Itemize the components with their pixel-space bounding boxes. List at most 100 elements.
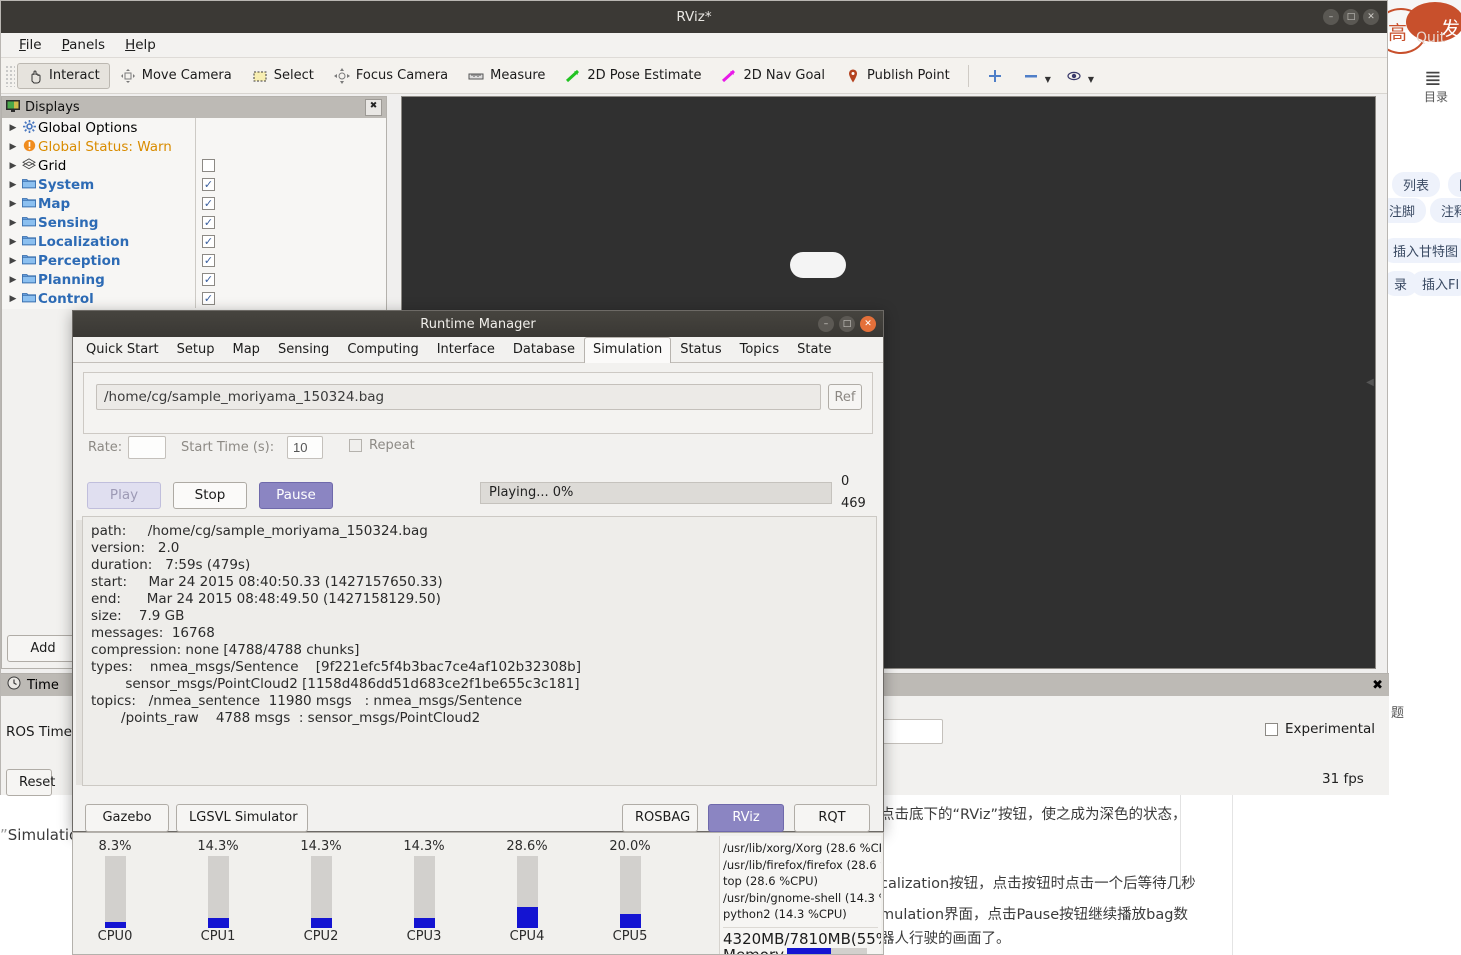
- toolbar-grip[interactable]: [5, 64, 15, 87]
- tool-focus-camera[interactable]: Focus Camera: [324, 63, 458, 89]
- displays-panel-title: Displays: [25, 100, 80, 115]
- maximize-icon[interactable]: □: [1343, 9, 1359, 25]
- display-item-checkbox[interactable]: ✓: [202, 254, 215, 267]
- display-item-checkbox[interactable]: ✓: [202, 197, 215, 210]
- rtm-tab-status[interactable]: Status: [671, 337, 730, 362]
- expand-arrow-icon[interactable]: ▶: [6, 237, 20, 247]
- repeat-checkbox-row[interactable]: Repeat: [349, 438, 415, 453]
- start-time-input[interactable]: [287, 436, 323, 459]
- rtm-tab-state[interactable]: State: [788, 337, 840, 362]
- tool-remove-panel[interactable]: ▼: [1013, 63, 1056, 89]
- menu-panels[interactable]: Panels: [52, 35, 115, 55]
- tool-publish-point[interactable]: Publish Point: [835, 63, 960, 89]
- menu-file[interactable]: File: [9, 35, 52, 55]
- rate-input[interactable]: [128, 436, 166, 459]
- tool-select[interactable]: Select: [242, 63, 324, 89]
- display-item-checkbox[interactable]: ✓: [202, 235, 215, 248]
- tool-move-camera[interactable]: Move Camera: [110, 63, 242, 89]
- display-item-perception[interactable]: ▶ Perception ✓: [2, 251, 386, 270]
- tool-2d-pose-estimate[interactable]: 2D Pose Estimate: [555, 63, 711, 89]
- pill-list[interactable]: 列表: [1392, 172, 1441, 197]
- rtm-tab-setup[interactable]: Setup: [168, 337, 224, 362]
- expand-arrow-icon[interactable]: ▶: [6, 256, 20, 266]
- viewport-collapse-arrow[interactable]: ◀: [1364, 377, 1376, 391]
- expand-arrow-icon[interactable]: ▶: [6, 123, 20, 133]
- rtm-tab-topics[interactable]: Topics: [731, 337, 788, 362]
- tool-measure[interactable]: Measure: [458, 63, 555, 89]
- pill-insert-fl[interactable]: 插入Fl: [1411, 271, 1461, 296]
- rtm-maximize-icon[interactable]: □: [839, 316, 855, 332]
- repeat-checkbox[interactable]: [349, 439, 362, 452]
- rviz-button[interactable]: RViz: [708, 804, 784, 832]
- expand-arrow-icon[interactable]: ▶: [6, 161, 20, 171]
- displays-add-button[interactable]: Add: [7, 635, 79, 662]
- expand-arrow-icon[interactable]: ▶: [6, 180, 20, 190]
- close-icon[interactable]: ✕: [1363, 9, 1379, 25]
- expand-arrow-icon[interactable]: ▶: [6, 142, 20, 152]
- rtm-minimize-icon[interactable]: –: [818, 316, 834, 332]
- rtm-close-icon[interactable]: ✕: [860, 316, 876, 332]
- tool-interact[interactable]: Interact: [17, 62, 110, 89]
- tool-add-panel[interactable]: [977, 63, 1013, 89]
- tool-measure-label: Measure: [490, 68, 546, 83]
- expand-arrow-icon[interactable]: ▶: [6, 294, 20, 304]
- display-item-map[interactable]: ▶ Map ✓: [2, 194, 386, 213]
- rqt-button[interactable]: RQT: [794, 804, 870, 832]
- minimize-icon[interactable]: –: [1323, 9, 1339, 25]
- display-item-global-options[interactable]: ▶ Global Options: [2, 118, 386, 137]
- pause-button[interactable]: Pause: [259, 482, 333, 509]
- display-item-checkbox[interactable]: [202, 159, 215, 172]
- bag-path-input[interactable]: /home/cg/sample_moriyama_150324.bag: [96, 384, 821, 410]
- pill-insert-gantt[interactable]: 插入甘特图: [1382, 238, 1461, 263]
- time-panel-close-icon[interactable]: ✖: [1372, 678, 1383, 693]
- expand-arrow-icon[interactable]: ▶: [6, 275, 20, 285]
- rate-label: Rate:: [88, 440, 123, 455]
- play-button[interactable]: Play: [87, 482, 161, 509]
- rtm-tab-database[interactable]: Database: [504, 337, 584, 362]
- rtm-tab-simulation[interactable]: Simulation: [583, 337, 672, 363]
- rtm-tab-sensing[interactable]: Sensing: [269, 337, 338, 362]
- display-item-grid[interactable]: ▶ Grid: [2, 156, 386, 175]
- display-item-global-status-warn[interactable]: ▶ Global Status: Warn: [2, 137, 386, 156]
- tool-visibility[interactable]: ▼: [1056, 63, 1099, 89]
- display-item-checkbox-cell: [195, 118, 386, 137]
- display-item-system[interactable]: ▶ System ✓: [2, 175, 386, 194]
- cpu-percent-label: 14.3%: [197, 839, 239, 854]
- lgsvl-simulator-button[interactable]: LGSVL Simulator: [176, 804, 308, 832]
- chevron-down-icon-2[interactable]: ▼: [1088, 75, 1094, 84]
- display-item-checkbox[interactable]: ✓: [202, 273, 215, 286]
- doc-line-1: 点击底下的“RViz”按钮，使之成为深色的状态，: [880, 807, 1187, 823]
- rtm-tab-interface[interactable]: Interface: [428, 337, 504, 362]
- display-item-localization[interactable]: ▶ Localization ✓: [2, 232, 386, 251]
- display-item-planning[interactable]: ▶ Planning ✓: [2, 270, 386, 289]
- cpu-meter-cpu3: 14.3% CPU3: [392, 839, 456, 944]
- time-reset-button[interactable]: Reset: [6, 769, 55, 796]
- pill-annotation[interactable]: 注释: [1430, 198, 1461, 223]
- experimental-checkbox-row[interactable]: Experimental: [1265, 721, 1375, 737]
- rtm-tab-map[interactable]: Map: [224, 337, 269, 362]
- display-item-checkbox[interactable]: ✓: [202, 216, 215, 229]
- folder-icon: [20, 272, 38, 287]
- rtm-tab-computing[interactable]: Computing: [338, 337, 427, 362]
- menu-help[interactable]: Help: [115, 35, 166, 55]
- expand-arrow-icon[interactable]: ▶: [6, 218, 20, 228]
- display-item-label: System: [38, 176, 95, 193]
- gazebo-button[interactable]: Gazebo: [85, 804, 169, 832]
- rosbag-button[interactable]: ROSBAG: [622, 804, 698, 832]
- display-item-label: Grid: [38, 157, 67, 174]
- chevron-down-icon[interactable]: ▼: [1045, 75, 1051, 84]
- cpu-bar: [516, 856, 538, 928]
- expand-arrow-icon[interactable]: ▶: [6, 199, 20, 209]
- experimental-checkbox[interactable]: [1265, 722, 1278, 736]
- display-item-checkbox[interactable]: ✓: [202, 292, 215, 305]
- tool-2d-nav-goal[interactable]: 2D Nav Goal: [711, 63, 835, 89]
- display-item-control[interactable]: ▶ Control ✓: [2, 289, 386, 308]
- rtm-tab-quick-start[interactable]: Quick Start: [77, 337, 168, 362]
- display-item-sensing[interactable]: ▶ Sensing ✓: [2, 213, 386, 232]
- gear-icon: [20, 119, 38, 136]
- displays-panel-close-icon[interactable]: ✖: [365, 99, 382, 116]
- stop-button[interactable]: Stop: [173, 482, 247, 509]
- display-item-checkbox[interactable]: ✓: [202, 178, 215, 191]
- memory-name: Memory: [723, 947, 784, 954]
- bag-ref-button[interactable]: Ref: [828, 384, 862, 410]
